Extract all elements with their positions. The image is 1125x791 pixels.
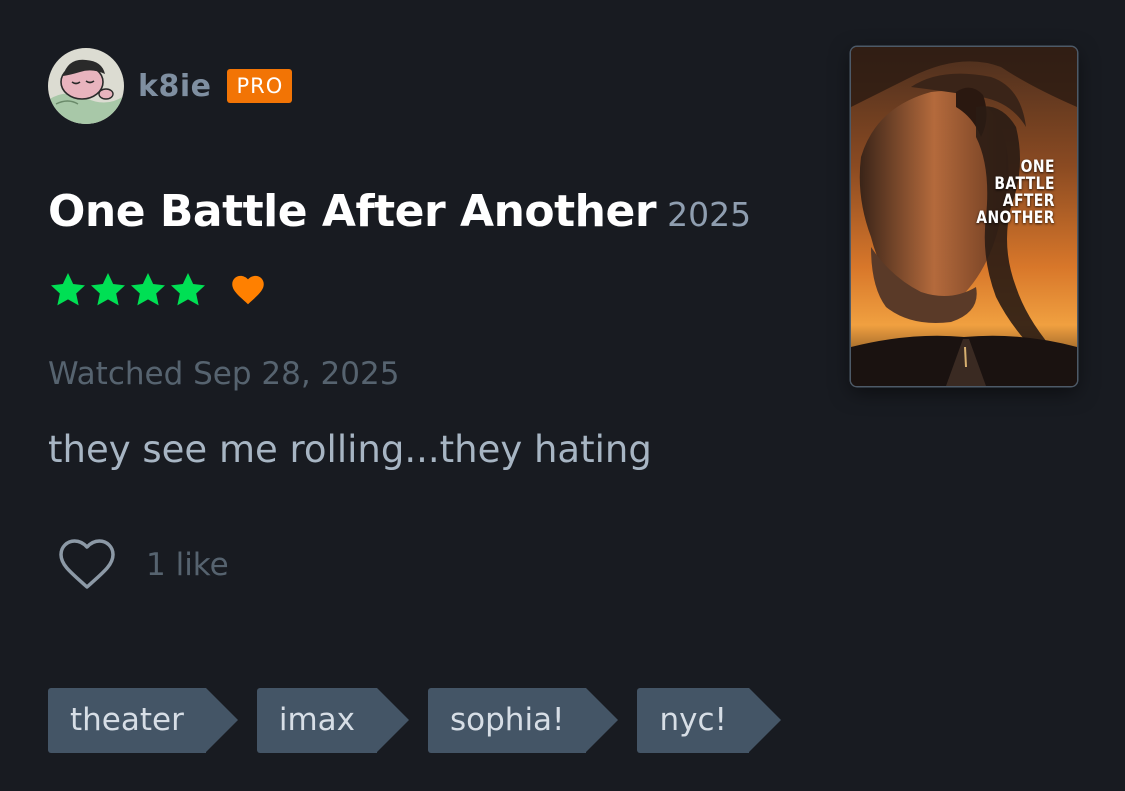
tag-item[interactable]: imax — [256, 688, 410, 753]
heart-filled-icon — [232, 275, 264, 305]
tag-item[interactable]: sophia! — [428, 688, 620, 753]
like-section: 1 like — [58, 538, 229, 592]
avatar[interactable] — [48, 48, 124, 124]
star-icon — [171, 273, 205, 306]
film-title[interactable]: One Battle After Another — [48, 186, 657, 237]
film-poster[interactable]: ONE BATTLE AFTER ANOTHER — [851, 47, 1077, 386]
like-count[interactable]: 1 like — [146, 547, 229, 583]
film-heading: One Battle After Another 2025 — [48, 186, 751, 237]
star-icon — [51, 273, 85, 306]
heart-outline-icon[interactable] — [58, 538, 116, 592]
pro-badge: PRO — [227, 69, 293, 103]
watched-date: Watched Sep 28, 2025 — [48, 356, 400, 392]
review-text: they see me rolling...they hating — [48, 428, 652, 471]
avatar-image — [48, 48, 124, 124]
username[interactable]: k8ie — [138, 69, 211, 104]
rating — [48, 270, 266, 310]
user-header: k8ie PRO — [48, 48, 293, 124]
film-year[interactable]: 2025 — [667, 195, 751, 234]
poster-title-line: ANOTHER — [976, 208, 1055, 228]
tag-item[interactable]: theater — [48, 688, 238, 753]
tag-list: theater imax sophia! nyc! — [48, 688, 800, 753]
star-icon — [131, 273, 165, 306]
poster-title: ONE BATTLE AFTER ANOTHER — [976, 159, 1055, 227]
tag-item[interactable]: nyc! — [637, 688, 782, 753]
star-icon — [91, 273, 125, 306]
